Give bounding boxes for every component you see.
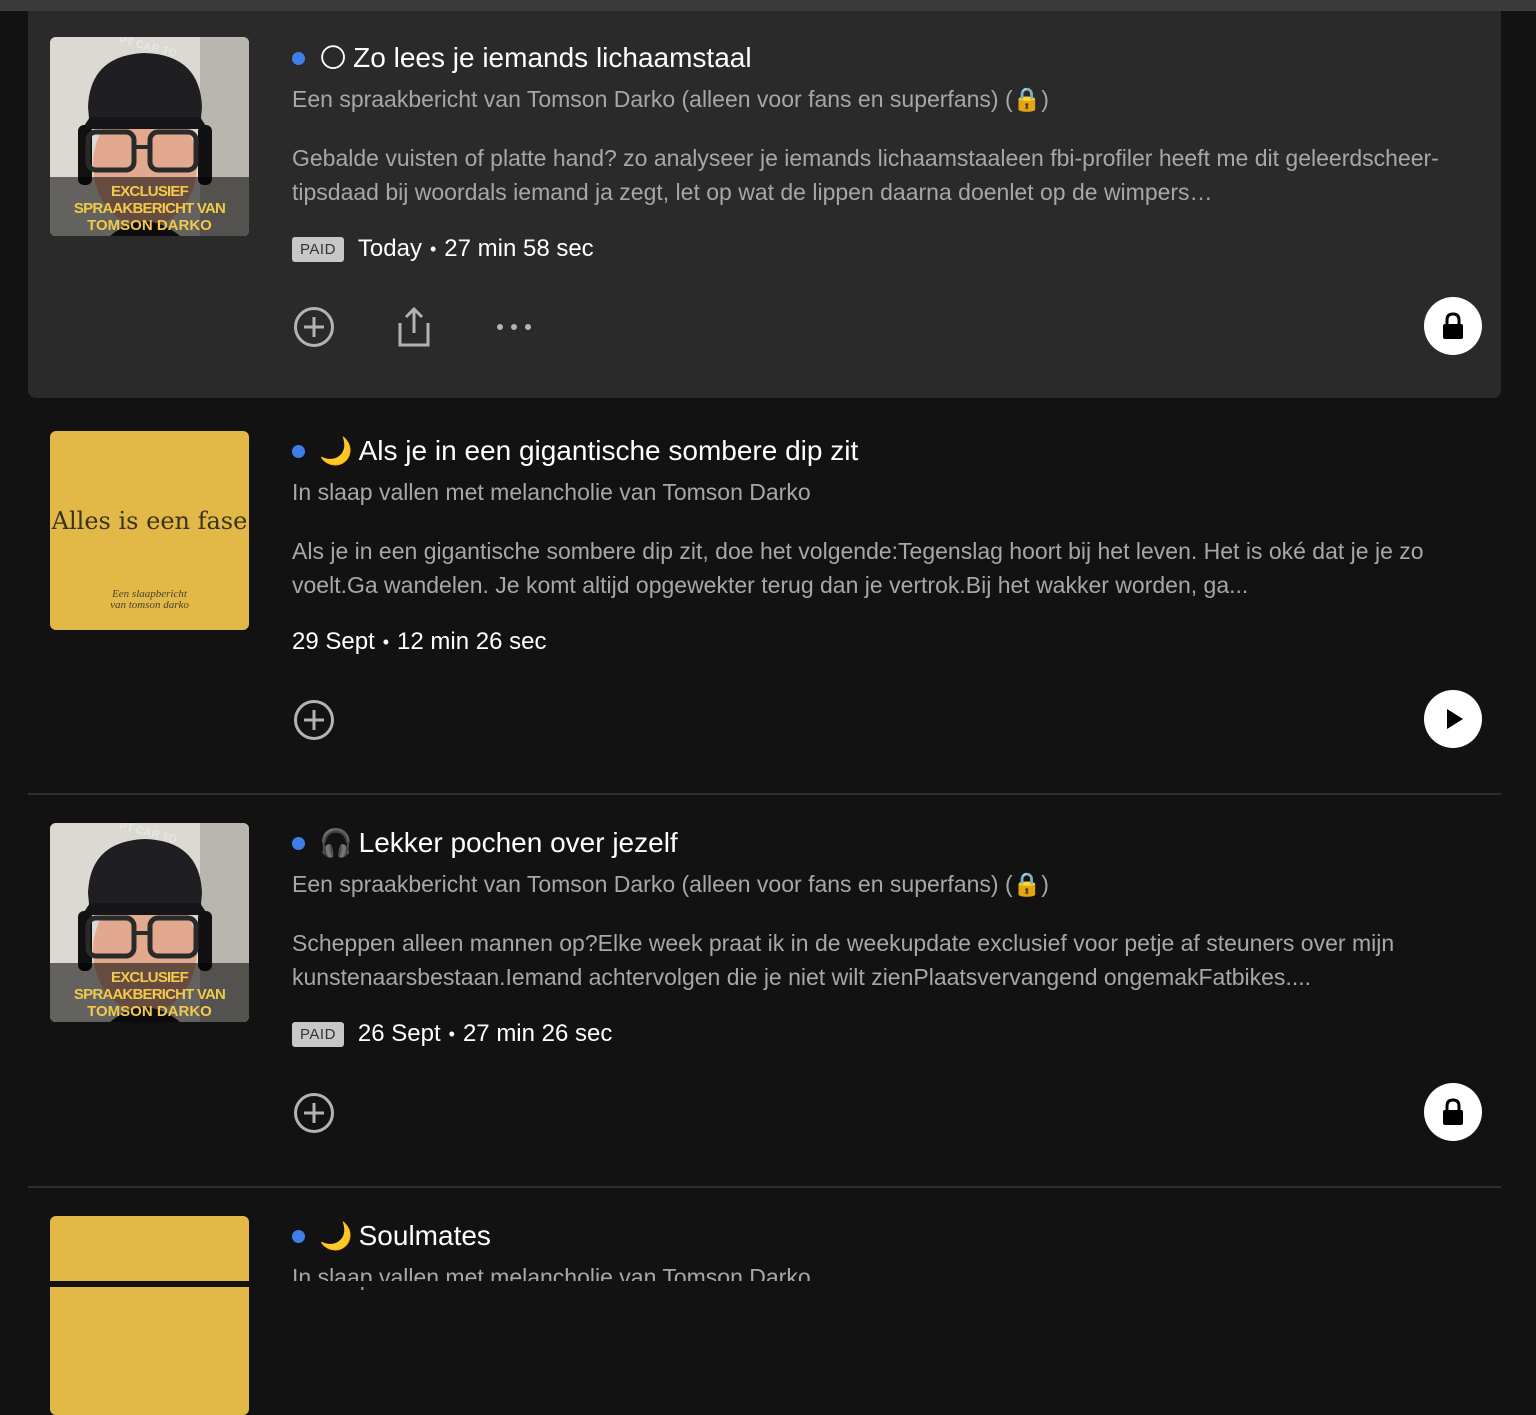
unplayed-dot-icon	[292, 51, 305, 65]
episode-title[interactable]: Lekker pochen over jezelf	[359, 827, 678, 859]
episode-cover-image: Alles is een fase Een slaapbericht van t…	[50, 431, 249, 630]
title-row: 🌙 Als je in een gigantische sombere dip …	[292, 431, 1482, 471]
episode-row[interactable]: PT CAR TO EXCLUSIEF SPRAAKBERICHT VAN TO…	[28, 11, 1501, 398]
episode-date: 26 Sept	[357, 1020, 441, 1047]
episode-row[interactable]: PT CAR TO EXCLUSIEF SPRAAKBERICHT VAN TO…	[28, 795, 1501, 1186]
cover-title: Alles is een fase	[51, 507, 248, 535]
unplayed-dot-icon	[292, 836, 305, 850]
share-icon[interactable]	[392, 305, 436, 349]
title-row: 🌙 Soulmates	[292, 1216, 1482, 1256]
episode-emoji: 🌙	[319, 1220, 353, 1251]
top-bar	[0, 0, 1536, 11]
cover-caption-line1: EXCLUSIEF SPRAAKBERICHT VAN	[73, 969, 226, 1003]
episode-emoji: 🌙	[319, 435, 353, 466]
cover-caption-line1: EXCLUSIEF SPRAAKBERICHT VAN	[73, 183, 226, 217]
lock-icon	[1443, 312, 1463, 339]
episode-show-name[interactable]: Een spraakbericht van Tomson Darko (alle…	[292, 871, 1482, 898]
episode-cover-image	[50, 1216, 249, 1415]
episode-show-name[interactable]: Een spraakbericht van Tomson Darko (alle…	[292, 86, 1482, 113]
locked-button[interactable]	[1424, 297, 1482, 355]
meta-separator: •	[448, 1023, 455, 1044]
locked-button[interactable]	[1424, 1083, 1482, 1141]
viewport-edge	[0, 1281, 1536, 1287]
episode-title[interactable]: Als je in een gigantische sombere dip zi…	[359, 435, 859, 467]
play-button[interactable]	[1424, 690, 1482, 748]
episode-show-name[interactable]: In slaap vallen met melancholie van Toms…	[292, 479, 1482, 506]
episode-title[interactable]: Zo lees je iemands lichaamstaal	[353, 42, 751, 74]
cover-caption: EXCLUSIEF SPRAAKBERICHT VAN TOMSON DARKO	[50, 183, 249, 234]
episode-info: 🌕 Zo lees je iemands lichaamstaal Een sp…	[292, 38, 1482, 269]
more-icon[interactable]	[492, 305, 536, 349]
paid-badge: PAID	[292, 236, 344, 262]
cover-caption-line2: TOMSON DARKO	[87, 217, 212, 234]
cover-caption-line2: TOMSON DARKO	[87, 1003, 212, 1020]
episode-cover-image: PT CAR TO EXCLUSIEF SPRAAKBERICHT VAN TO…	[50, 823, 249, 1022]
episode-list: PT CAR TO EXCLUSIEF SPRAAKBERICHT VAN TO…	[28, 11, 1501, 1415]
title-row: 🌕 Zo lees je iemands lichaamstaal	[292, 38, 1482, 78]
episode-meta: PAID Today • 27 min 58 sec	[292, 229, 1482, 269]
episode-actions	[292, 1083, 1482, 1151]
play-icon	[1447, 709, 1463, 729]
episode-duration: 12 min 26 sec	[397, 628, 547, 655]
cover-subtitle-2: van tomson darko	[110, 599, 189, 611]
episode-emoji: 🎧	[319, 827, 353, 858]
episode-meta: 29 Sept • 12 min 26 sec	[292, 622, 1482, 662]
paid-badge: PAID	[292, 1021, 344, 1047]
episode-actions	[292, 297, 1482, 365]
episode-description: Scheppen alleen mannen op?Elke week praa…	[292, 930, 1395, 990]
episode-info: 🎧 Lekker pochen over jezelf Een spraakbe…	[292, 823, 1482, 1054]
episode-actions	[292, 690, 1482, 758]
episode-row[interactable]: 🌙 Soulmates In slaap vallen met melancho…	[28, 1188, 1501, 1415]
unplayed-dot-icon	[292, 444, 305, 458]
episode-emoji: 🌕	[319, 42, 348, 73]
episode-title[interactable]: Soulmates	[359, 1220, 491, 1252]
lock-icon	[1443, 1098, 1463, 1125]
episode-duration: 27 min 26 sec	[462, 1020, 613, 1047]
add-circle-icon[interactable]	[292, 305, 336, 349]
episode-cover-image: PT CAR TO EXCLUSIEF SPRAAKBERICHT VAN TO…	[50, 37, 249, 236]
episode-info: 🌙 Soulmates In slaap vallen met melancho…	[292, 1216, 1482, 1291]
episode-meta: PAID 26 Sept • 27 min 26 sec	[292, 1014, 1482, 1054]
episode-date: Today	[357, 235, 422, 262]
add-circle-icon[interactable]	[292, 698, 336, 742]
episode-row[interactable]: Alles is een fase Een slaapbericht van t…	[28, 398, 1501, 793]
episode-description: Gebalde vuisten of platte hand? zo analy…	[292, 145, 1439, 205]
add-circle-icon[interactable]	[292, 1091, 336, 1135]
episode-info: 🌙 Als je in een gigantische sombere dip …	[292, 431, 1482, 662]
meta-separator: •	[429, 238, 437, 259]
unplayed-dot-icon	[292, 1229, 305, 1243]
title-row: 🎧 Lekker pochen over jezelf	[292, 823, 1482, 863]
episode-description: Als je in een gigantische sombere dip zi…	[292, 538, 1424, 598]
cover-caption: EXCLUSIEF SPRAAKBERICHT VAN TOMSON DARKO	[50, 969, 249, 1020]
episode-date: 29 Sept	[292, 628, 375, 655]
episode-duration: 27 min 58 sec	[444, 235, 594, 262]
meta-separator: •	[382, 631, 390, 652]
